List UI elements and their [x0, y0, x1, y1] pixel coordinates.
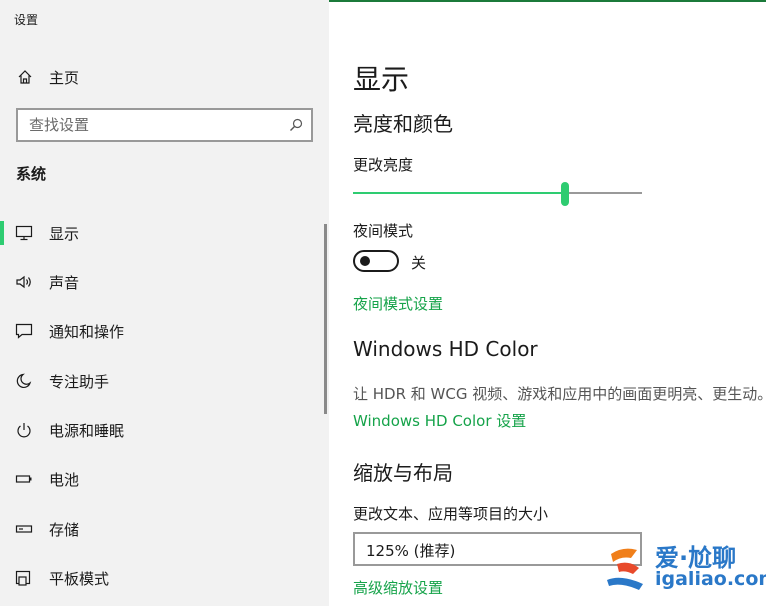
sidebar-item-home[interactable]: 主页 [0, 62, 329, 92]
monitor-icon [15, 225, 33, 241]
sidebar-item-display[interactable]: 显示 [0, 213, 329, 253]
tablet-icon [15, 570, 31, 586]
page-title: 显示 [353, 63, 410, 96]
sidebar-item-label: 主页 [49, 69, 80, 87]
scale-dropdown-value: 125% (推荐) [366, 542, 456, 560]
section-title: 系统 [16, 165, 47, 183]
sidebar-item-label: 平板模式 [49, 570, 110, 588]
brightness-section-title: 亮度和颜色 [353, 112, 453, 136]
moon-icon [16, 373, 32, 389]
sidebar-item-sound[interactable]: 声音 [0, 262, 329, 302]
sidebar-item-label: 声音 [49, 274, 80, 292]
sidebar-item-power-sleep[interactable]: 电源和睡眠 [0, 410, 329, 450]
slider-thumb[interactable] [561, 182, 569, 206]
brightness-slider[interactable] [353, 182, 642, 206]
sidebar-item-label: 显示 [49, 225, 80, 243]
sidebar-item-label: 专注助手 [49, 373, 110, 391]
watermark-logo-icon [607, 548, 643, 590]
slider-fill [353, 192, 565, 194]
hdr-description: 让 HDR 和 WCG 视频、游戏和应用中的画面更明亮、更生动。 [353, 385, 766, 403]
scale-label: 更改文本、应用等项目的大小 [353, 505, 549, 523]
sidebar-item-label: 电源和睡眠 [49, 422, 125, 440]
sidebar-item-focus-assist[interactable]: 专注助手 [0, 361, 329, 401]
sidebar-scrollbar[interactable] [324, 224, 327, 414]
search-box[interactable] [16, 108, 313, 142]
sidebar-item-battery[interactable]: 电池 [0, 459, 329, 499]
night-mode-label: 夜间模式 [353, 222, 414, 240]
search-input[interactable] [18, 110, 278, 140]
speaker-icon [16, 275, 31, 289]
drive-icon [15, 525, 33, 533]
hdr-settings-link[interactable]: Windows HD Color 设置 [353, 410, 526, 431]
toggle-knob [360, 256, 370, 266]
night-mode-toggle[interactable] [353, 250, 399, 272]
advanced-scale-link[interactable]: 高级缩放设置 [353, 577, 443, 598]
sidebar-item-tablet-mode[interactable]: 平板模式 [0, 558, 329, 598]
home-icon [18, 70, 32, 84]
sidebar-item-label: 电池 [49, 471, 80, 489]
watermark-line2: igaliao.com [655, 568, 766, 590]
scale-section-title: 缩放与布局 [353, 461, 453, 485]
night-mode-state: 关 [411, 254, 427, 272]
active-indicator [0, 221, 4, 245]
sidebar-item-label: 通知和操作 [49, 323, 125, 341]
message-icon [15, 323, 33, 339]
sidebar-item-storage[interactable]: 存储 [0, 509, 329, 549]
search-icon[interactable] [289, 118, 303, 132]
power-icon [17, 423, 31, 438]
battery-icon [15, 475, 32, 483]
sidebar: 设置 主页 系统 显示 声音 通知和操 [0, 0, 329, 606]
night-mode-settings-link[interactable]: 夜间模式设置 [353, 293, 443, 314]
hdr-section-title: Windows HD Color [353, 337, 538, 361]
sidebar-item-label: 存储 [49, 521, 80, 539]
window-title: 设置 [14, 13, 39, 27]
watermark: 爱·尬聊 igaliao.com [603, 534, 766, 598]
brightness-label: 更改亮度 [353, 156, 414, 174]
scale-dropdown[interactable]: 125% (推荐) [353, 532, 642, 566]
sidebar-item-notifications[interactable]: 通知和操作 [0, 311, 329, 351]
